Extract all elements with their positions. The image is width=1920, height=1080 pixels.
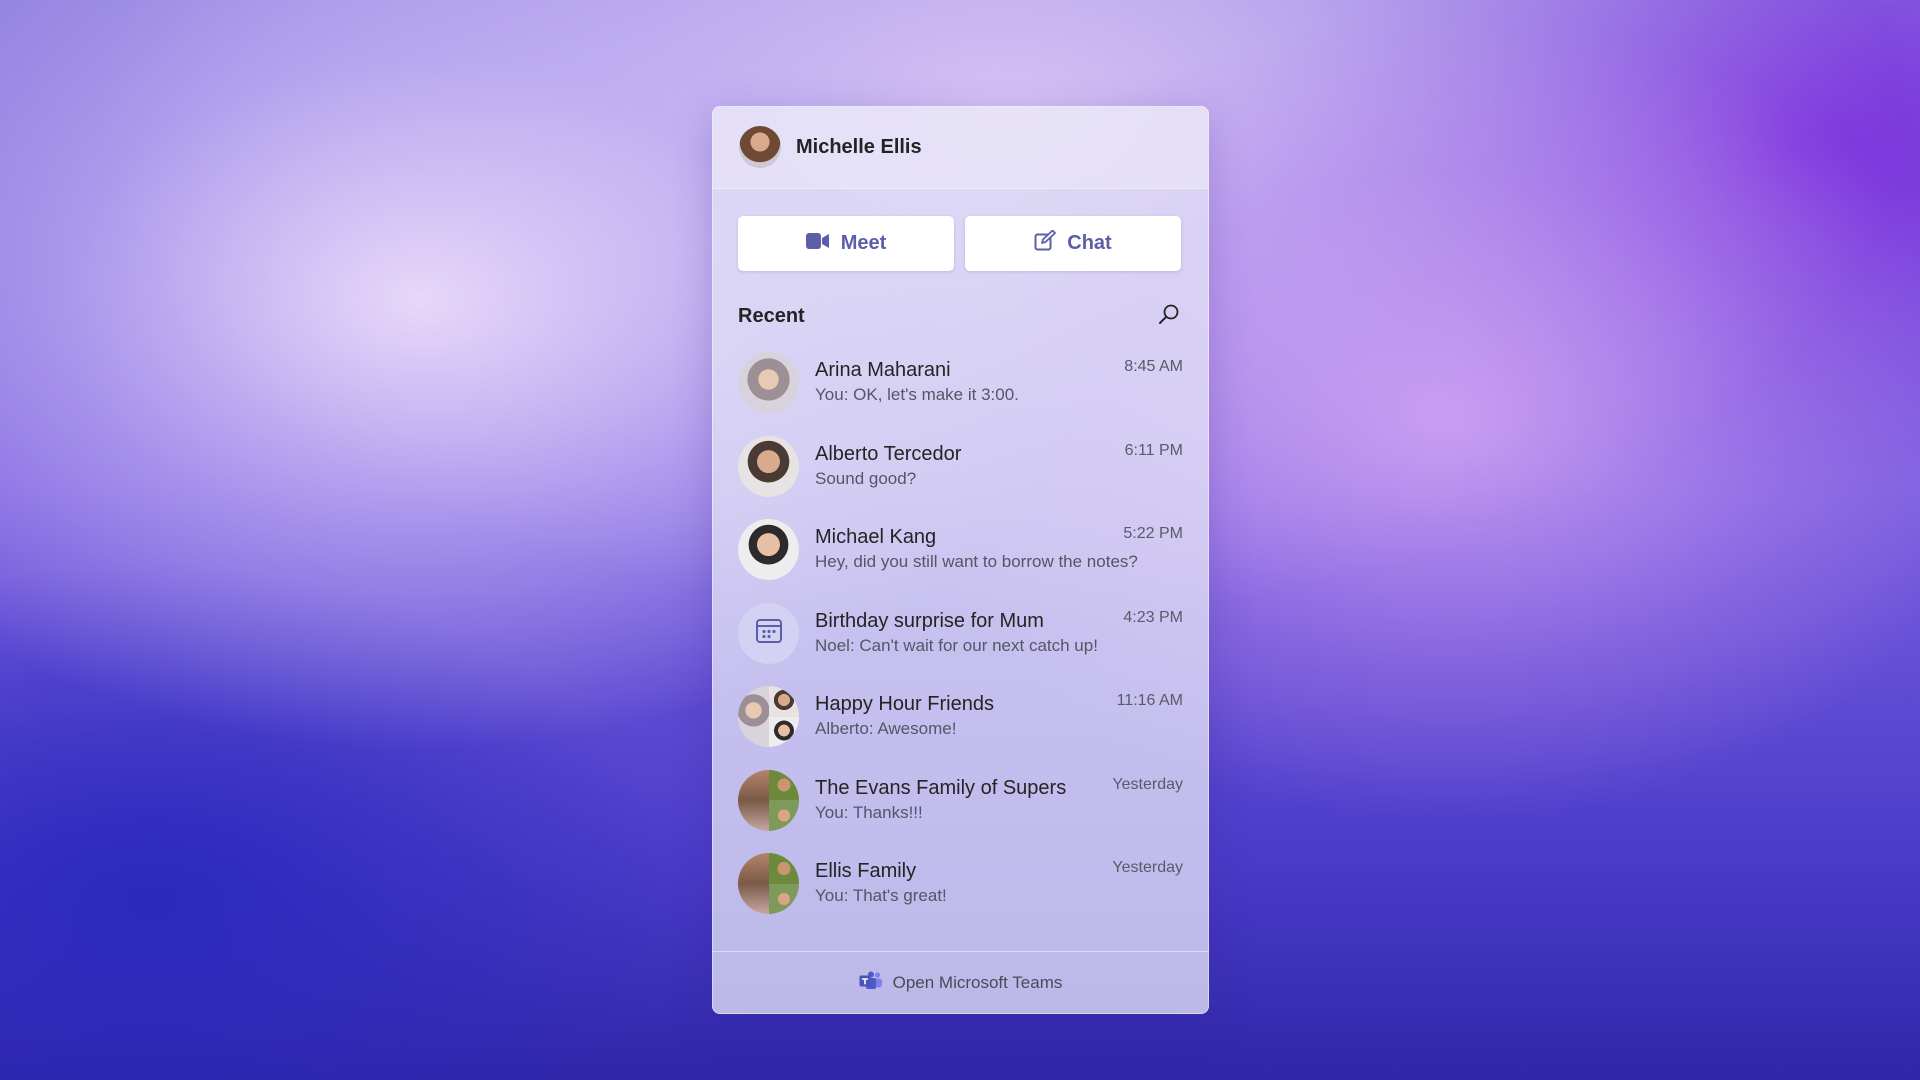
row-text: Happy Hour Friends Alberto: Awesome!	[815, 692, 1117, 741]
avatar-tile	[768, 686, 799, 717]
search-button[interactable]	[1155, 302, 1183, 330]
message-time: 6:11 PM	[1124, 441, 1183, 459]
meet-button-label: Meet	[840, 232, 887, 254]
video-camera-icon	[805, 232, 830, 255]
group-avatar	[738, 769, 799, 831]
desktop-background: Michelle Ellis Meet Chat Recent Arina Ma…	[0, 0, 1920, 1080]
message-time: Yesterday	[1112, 859, 1183, 876]
contact-name: Happy Hour Friends	[815, 693, 994, 716]
avatar-tile	[768, 800, 799, 831]
chat-row-michael-kang[interactable]: Michael Kang Hey, did you still want to …	[712, 508, 1209, 592]
group-avatar	[738, 853, 799, 915]
contact-name: Alberto Tercedor	[815, 442, 962, 465]
row-text: Alberto Tercedor Sound good?	[815, 442, 1125, 491]
recent-title: Recent	[738, 304, 805, 327]
contact-name: Michael Kang	[815, 526, 937, 549]
message-preview: Hey, did you still want to borrow the no…	[815, 552, 1138, 572]
row-text: Ellis Family You: That's great!	[815, 859, 1112, 908]
message-time: 11:16 AM	[1116, 692, 1183, 709]
user-name: Michelle Ellis	[796, 135, 922, 158]
chat-row-evans-family[interactable]: The Evans Family of Supers You: Thanks!!…	[712, 759, 1209, 843]
user-avatar[interactable]	[739, 126, 781, 168]
row-text: Arina Maharani You: OK, let's make it 3:…	[815, 358, 1124, 407]
avatar	[738, 519, 799, 581]
flyout-header: Michelle Ellis	[712, 106, 1209, 189]
meet-button[interactable]: Meet	[738, 216, 954, 271]
chat-row-birthday-surprise[interactable]: Birthday surprise for Mum Noel: Can't wa…	[712, 592, 1209, 676]
message-preview: Noel: Can't wait for our next catch up!	[815, 635, 1098, 655]
message-preview: You: Thanks!!!	[815, 802, 923, 822]
chat-row-alberto-tercedor[interactable]: Alberto Tercedor Sound good? 6:11 PM	[712, 425, 1209, 509]
chat-row-happy-hour-friends[interactable]: Happy Hour Friends Alberto: Awesome! 11:…	[712, 675, 1209, 759]
contact-name: Arina Maharani	[815, 359, 951, 382]
teams-logo-icon	[859, 971, 883, 996]
avatar	[738, 352, 799, 414]
avatar-tile	[768, 883, 799, 915]
avatar-tile	[768, 769, 799, 801]
row-text: The Evans Family of Supers You: Thanks!!…	[815, 776, 1112, 825]
chat-button-label: Chat	[1067, 232, 1112, 254]
row-text: Michael Kang Hey, did you still want to …	[815, 525, 1138, 574]
search-icon	[1158, 303, 1180, 330]
message-preview: You: OK, let's make it 3:00.	[815, 385, 1019, 405]
compose-icon	[1034, 229, 1057, 257]
avatar	[738, 435, 799, 497]
message-preview: Sound good?	[815, 468, 917, 488]
message-time: 4:23 PM	[1123, 608, 1183, 626]
avatar-tile	[768, 853, 799, 884]
message-preview: You: That's great!	[815, 886, 947, 906]
contact-name: Birthday surprise for Mum	[815, 609, 1044, 632]
chat-row-arina-maharani[interactable]: Arina Maharani You: OK, let's make it 3:…	[712, 341, 1209, 425]
contact-name: Ellis Family	[815, 860, 917, 883]
chat-button[interactable]: Chat	[965, 216, 1181, 271]
teams-chat-flyout: Michelle Ellis Meet Chat Recent Arina Ma…	[712, 106, 1209, 1014]
message-time: 5:22 PM	[1123, 525, 1183, 542]
chat-row-ellis-family[interactable]: Ellis Family You: That's great! Yesterda…	[712, 842, 1209, 926]
avatar-tile	[738, 769, 769, 831]
avatar-tile	[738, 686, 769, 748]
avatar-tile	[738, 853, 769, 915]
recent-header: Recent	[712, 300, 1209, 332]
group-avatar	[738, 686, 799, 748]
action-buttons: Meet Chat	[712, 216, 1209, 271]
message-time: 8:45 AM	[1124, 358, 1183, 375]
row-text: Birthday surprise for Mum Noel: Can't wa…	[815, 609, 1123, 658]
message-time: Yesterday	[1112, 775, 1183, 793]
recent-chat-list: Arina Maharani You: OK, let's make it 3:…	[712, 341, 1209, 926]
calendar-icon	[755, 617, 783, 650]
message-preview: Alberto: Awesome!	[815, 719, 957, 739]
open-teams-label: Open Microsoft Teams	[892, 973, 1063, 992]
contact-name: The Evans Family of Supers	[815, 776, 1067, 799]
open-teams-link[interactable]: Open Microsoft Teams	[712, 951, 1209, 1014]
avatar-tile	[768, 716, 799, 748]
avatar	[738, 602, 799, 664]
